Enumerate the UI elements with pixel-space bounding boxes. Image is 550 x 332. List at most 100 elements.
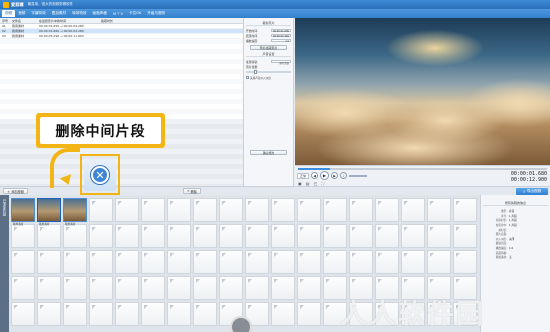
delete-clip-icon[interactable]: ✕ [91,166,109,184]
empty-slot[interactable] [63,302,87,326]
empty-slot[interactable] [89,224,113,248]
preview-clip-button[interactable]: 预览/截取原片 [250,45,287,50]
menu-tab-video[interactable]: 视频 [2,10,16,17]
empty-slot[interactable] [193,224,217,248]
empty-slot[interactable] [271,250,295,274]
empty-slot[interactable] [271,198,295,222]
volume-icon[interactable]: ♪ [340,172,348,179]
empty-slot[interactable] [115,250,139,274]
empty-slot[interactable] [245,250,269,274]
timeline-clip[interactable]: 我用素材 [63,198,87,226]
track-select[interactable]: 原片音轨 [271,59,291,65]
menu-tab-mtv[interactable]: M T V [110,10,126,17]
empty-slot[interactable] [37,224,61,248]
empty-slot[interactable] [427,250,451,274]
empty-slot[interactable] [323,224,347,248]
checkbox-icon[interactable] [246,76,249,79]
menu-tab-audio[interactable]: 音频 [15,10,28,17]
empty-slot[interactable] [37,302,61,326]
empty-slot[interactable] [193,302,217,326]
empty-slot[interactable] [401,250,425,274]
empty-slot[interactable] [375,224,399,248]
empty-slot[interactable] [453,250,477,274]
empty-slot[interactable] [297,302,321,326]
menu-tab-transition[interactable]: 转场特效 [69,10,89,17]
empty-slot[interactable] [167,198,191,222]
empty-slot[interactable] [297,250,321,274]
add-video-button[interactable]: ＋ 添加视频 [3,188,28,194]
speed-field[interactable]: 1.0 [271,38,291,43]
empty-slot[interactable] [245,198,269,222]
empty-slot[interactable] [167,224,191,248]
menu-tab-karaoke[interactable]: 卡拉OK [126,10,144,17]
empty-slot[interactable] [37,250,61,274]
empty-slot[interactable] [141,276,165,300]
empty-slot[interactable] [245,224,269,248]
table-row[interactable]: 03 我用素材 00:00:05.290 → 00:00:11.800 [0,34,243,39]
next-frame-icon[interactable]: ▶ [331,172,339,179]
empty-slot[interactable] [219,224,243,248]
volume-bar[interactable] [349,174,368,177]
progress-bar[interactable] [298,168,547,170]
empty-slot[interactable] [219,250,243,274]
empty-slot[interactable] [141,224,165,248]
menu-tab-overlay[interactable]: 叠加素材 [49,10,69,17]
empty-slot[interactable] [141,250,165,274]
empty-slot[interactable] [323,250,347,274]
confirm-button[interactable]: 确认修改 [250,150,287,155]
col-time[interactable]: 在最终影片中的时间 [39,19,101,23]
empty-slot[interactable] [167,250,191,274]
empty-slot[interactable] [63,276,87,300]
timeline-clip-selected[interactable]: 我用素材 [37,198,61,226]
timeline-clip[interactable]: 我用素材 [11,198,35,226]
prev-frame-icon[interactable]: ◀ [311,172,319,179]
video-preview[interactable] [295,18,550,165]
empty-slot[interactable] [271,302,295,326]
start-time-field[interactable]: 00:00:01.680 [271,28,291,33]
empty-slot[interactable] [193,276,217,300]
empty-slot[interactable] [401,198,425,222]
menu-tab-upgrade[interactable]: 升级与服务 [144,10,168,17]
empty-slot[interactable] [323,198,347,222]
empty-slot[interactable] [167,302,191,326]
empty-slot[interactable] [141,302,165,326]
empty-slot[interactable] [193,198,217,222]
empty-slot[interactable] [167,276,191,300]
empty-slot[interactable] [375,250,399,274]
empty-slot[interactable] [115,276,139,300]
empty-slot[interactable] [11,224,35,248]
col-filename[interactable]: 文件名 [12,19,39,23]
empty-slot[interactable] [11,276,35,300]
delete-button[interactable]: ✕ 删除 [182,188,201,194]
col-number[interactable]: 序号 [0,19,12,23]
empty-slot[interactable] [453,198,477,222]
empty-slot[interactable] [453,224,477,248]
play-icon[interactable]: ▶ [320,171,330,180]
export-video-button[interactable]: ⇪ 导出视频 [516,188,548,195]
fade-checkbox[interactable]: 头尾声音淡入淡出 [246,75,291,80]
empty-slot[interactable] [401,224,425,248]
empty-slot[interactable] [63,224,87,248]
empty-slot[interactable] [349,250,373,274]
empty-slot[interactable] [271,276,295,300]
menu-tab-subtitle[interactable]: 字幕特效 [28,10,48,17]
empty-slot[interactable] [11,302,35,326]
empty-slot[interactable] [297,224,321,248]
volume-slider[interactable] [246,70,291,74]
empty-slot[interactable] [297,198,321,222]
empty-slot[interactable] [349,224,373,248]
empty-slot[interactable] [37,276,61,300]
empty-slot[interactable] [89,302,113,326]
empty-slot[interactable] [89,276,113,300]
empty-slot[interactable] [427,224,451,248]
empty-slot[interactable] [219,198,243,222]
empty-slot[interactable] [141,198,165,222]
volume-slider-knob[interactable] [254,70,257,74]
empty-slot[interactable] [297,276,321,300]
empty-slot[interactable] [115,198,139,222]
empty-slot[interactable] [219,276,243,300]
empty-slot[interactable] [115,224,139,248]
speed-select[interactable]: 正常 [297,172,310,179]
empty-slot[interactable] [271,224,295,248]
empty-slot[interactable] [375,198,399,222]
